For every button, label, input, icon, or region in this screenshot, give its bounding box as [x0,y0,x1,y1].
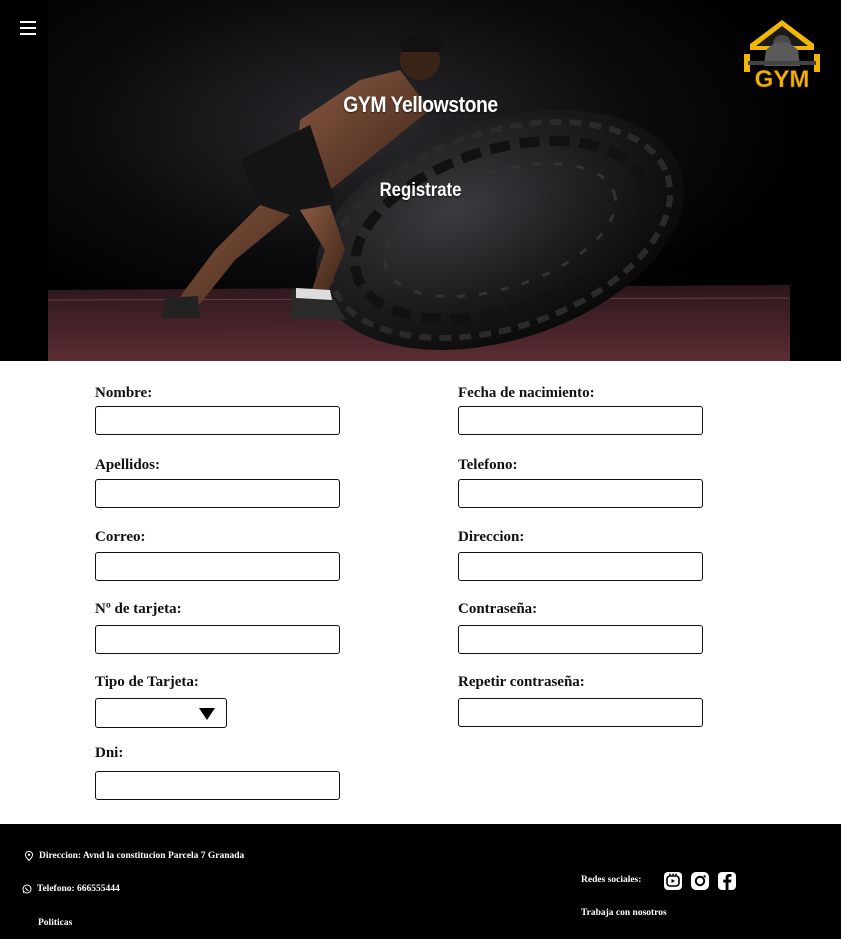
trabaja-con-nosotros-link[interactable]: Trabaja con nosotros [581,908,667,918]
apellidos-input[interactable] [95,479,340,508]
numero-tarjeta-label: Nº de tarjeta: [95,601,182,617]
page-subtitle: Registrate [379,180,462,201]
dropdown-arrow-icon[interactable] [199,708,215,720]
dni-input[interactable] [95,771,340,800]
footer: Direccion: Avnd la constitucion Parcela … [0,824,841,939]
politicas-link[interactable]: Politicas [38,918,72,928]
correo-label: Correo: [95,529,146,545]
contrasena-input[interactable] [458,625,703,654]
dni-label: Dni: [95,745,124,761]
tipo-tarjeta-label: Tipo de Tarjeta: [95,674,199,690]
footer-address: Direccion: Avnd la constitucion Parcela … [24,851,244,861]
direccion-label: Direccion: [458,529,525,545]
direccion-input[interactable] [458,552,703,581]
nombre-input[interactable] [95,406,340,435]
instagram-icon[interactable] [690,871,710,891]
correo-input[interactable] [95,552,340,581]
hero-banner: GYM GYM Yellowstone Registrate [0,0,841,361]
social-label: Redes sociales: [581,875,642,885]
apellidos-label: Apellidos: [95,457,161,473]
address-text: Direccion: Avnd la constitucion Parcela … [39,851,245,861]
social-icons [663,871,737,891]
whatsapp-icon [22,884,32,894]
nombre-label: Nombre: [95,385,153,401]
hamburger-menu-icon[interactable] [18,18,40,38]
facebook-icon[interactable] [717,871,737,891]
location-pin-icon [24,851,34,861]
repetir-contrasena-label: Repetir contraseña: [458,674,585,690]
logo-text: GYM [755,66,810,93]
repetir-contrasena-input[interactable] [458,698,703,727]
page-title: GYM Yellowstone [343,92,498,117]
gym-logo[interactable]: GYM [740,14,824,94]
telefono-label: Telefono: [458,457,518,473]
fecha-nacimiento-label: Fecha de nacimiento: [458,385,595,401]
footer-phone: Telefono: 666555444 [22,884,120,894]
tipo-tarjeta-select[interactable] [95,698,227,728]
contrasena-label: Contraseña: [458,601,538,617]
telefono-input[interactable] [458,479,703,508]
fecha-nacimiento-input[interactable] [458,406,703,435]
tiktok-icon[interactable] [663,871,683,891]
phone-text: Telefono: 666555444 [37,884,120,894]
numero-tarjeta-input[interactable] [95,625,340,654]
